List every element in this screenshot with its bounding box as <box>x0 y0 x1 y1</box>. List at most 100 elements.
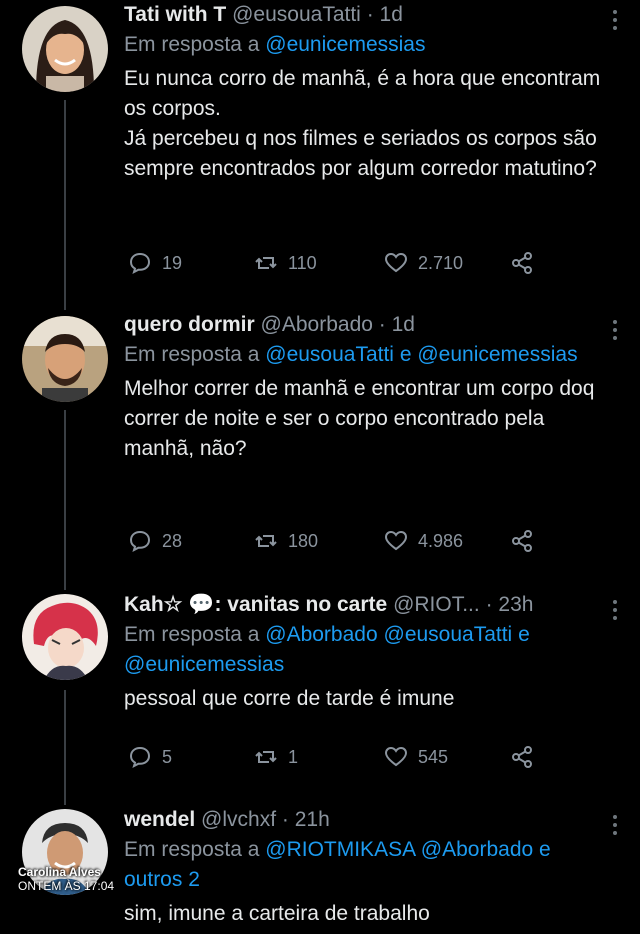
more-options-icon[interactable] <box>612 600 618 620</box>
tweet-text: Eu nunca corro de manhã, é a hora que en… <box>124 64 606 184</box>
tweet-text: pessoal que corre de tarde é imune <box>124 684 606 714</box>
share-icon <box>512 746 532 768</box>
tweet-header: Kah☆ 💬: vanitas no carte @RIOT... · 23h <box>124 590 606 620</box>
avatar-image <box>22 316 108 402</box>
separator: · <box>378 313 386 336</box>
mention-link[interactable]: @eusouaTatti <box>265 343 394 366</box>
share-icon <box>512 252 532 274</box>
handle[interactable]: @RIOT... <box>393 593 480 616</box>
tweet-header: quero dormir @Aborbado · 1d <box>124 310 606 340</box>
like-count: 545 <box>418 746 449 767</box>
tweet-actions: 28 180 4.986 <box>128 526 548 556</box>
avatar[interactable] <box>22 6 108 92</box>
like-button[interactable]: 4.986 <box>384 526 463 556</box>
share-button[interactable] <box>510 248 534 278</box>
separator: · <box>485 593 493 616</box>
tweet-header: wendel @lvchxf · 21h <box>124 805 606 835</box>
reply-count: 28 <box>162 530 183 551</box>
avatar-image <box>22 6 108 92</box>
heart-icon <box>384 746 408 767</box>
reply-prefix: Em resposta a <box>124 33 260 56</box>
reply-button[interactable]: 19 <box>128 248 182 278</box>
retweet-icon <box>255 257 277 269</box>
retweet-button[interactable]: 110 <box>254 248 317 278</box>
tweet[interactable]: quero dormir @Aborbado · 1d Em resposta … <box>0 310 640 580</box>
timestamp[interactable]: 21h <box>295 808 330 831</box>
retweet-button[interactable]: 180 <box>254 526 318 556</box>
timestamp[interactable]: 1d <box>392 313 415 336</box>
retweet-button[interactable]: 1 <box>254 742 298 772</box>
display-name[interactable]: Tati with T <box>124 3 226 26</box>
tweet-text: sim, imune a carteira de trabalho <box>124 899 606 929</box>
handle[interactable]: @Aborbado <box>261 313 373 336</box>
reply-context: Em resposta a @eunicemessias <box>124 30 606 60</box>
retweet-count: 180 <box>288 530 319 551</box>
reply-prefix: Em resposta a <box>124 623 260 646</box>
display-name[interactable]: Kah☆ 💬: vanitas no carte <box>124 593 387 616</box>
mention-link[interactable]: @eusouaTatti <box>384 623 513 646</box>
tweet[interactable]: Kah☆ 💬: vanitas no carte @RIOT... · 23h … <box>0 590 640 790</box>
tweet-text-line: sim, imune a carteira de trabalho <box>124 902 430 925</box>
retweet-count: 110 <box>288 252 317 273</box>
like-count: 4.986 <box>418 530 464 551</box>
reply-count: 5 <box>162 746 173 767</box>
like-count: 2.710 <box>418 252 464 273</box>
reply-icon <box>129 530 151 552</box>
like-button[interactable]: 545 <box>384 742 448 772</box>
like-button[interactable]: 2.710 <box>384 248 463 278</box>
separator: · <box>281 808 289 831</box>
tweet[interactable]: Tati with T @eusouaTatti · 1d Em respost… <box>0 0 640 300</box>
heart-icon <box>384 530 408 551</box>
retweet-icon <box>255 751 277 763</box>
reply-button[interactable]: 5 <box>128 742 172 772</box>
reply-context: Em resposta a @RIOTMIKASA @Aborbado e ou… <box>124 835 606 895</box>
share-button[interactable] <box>510 526 534 556</box>
retweet-icon <box>255 535 277 547</box>
reply-icon <box>129 746 151 768</box>
more-options-icon[interactable] <box>612 10 618 30</box>
mention-conjunction: e <box>518 623 530 646</box>
share-watermark: Carolina Alves ONTEM ÀS 17:04 <box>18 865 114 893</box>
mention-conjunction: e <box>399 343 412 366</box>
tweet-text-line: pessoal que corre de tarde é imune <box>124 687 455 710</box>
mention-link[interactable]: @RIOTMIKASA <box>265 838 415 861</box>
reply-prefix: Em resposta a <box>124 343 260 366</box>
tweet-text-line: Melhor correr de manhã e encontrar um co… <box>124 377 595 460</box>
mention-link[interactable]: @eunicemessias <box>124 653 284 676</box>
tweet-text-line: Eu nunca corro de manhã, é a hora que en… <box>124 67 601 120</box>
mention-link[interactable]: @Aborbado <box>265 623 377 646</box>
reply-context: Em resposta a @eusouaTatti e @eunicemess… <box>124 340 606 370</box>
tweet-actions: 5 1 545 <box>128 742 548 772</box>
heart-icon <box>384 252 408 273</box>
mention-link[interactable]: outros 2 <box>124 868 200 891</box>
reply-context: Em resposta a @Aborbado @eusouaTatti e @… <box>124 620 606 680</box>
mention-link[interactable]: @Aborbado <box>421 838 533 861</box>
tweet-actions: 19 110 2.710 <box>128 248 548 278</box>
reply-icon <box>129 252 151 274</box>
separator: · <box>366 3 374 26</box>
tweet-header: Tati with T @eusouaTatti · 1d <box>124 0 606 30</box>
display-name[interactable]: quero dormir <box>124 313 255 336</box>
share-icon <box>512 530 532 552</box>
reply-count: 19 <box>162 252 183 273</box>
avatar[interactable] <box>22 594 108 680</box>
reply-button[interactable]: 28 <box>128 526 182 556</box>
watermark-name: Carolina Alves <box>18 865 101 879</box>
more-options-icon[interactable] <box>612 815 618 835</box>
handle[interactable]: @lvchxf <box>201 808 276 831</box>
mention-link[interactable]: @eunicemessias <box>417 343 577 366</box>
avatar-image <box>22 594 108 680</box>
more-options-icon[interactable] <box>612 320 618 340</box>
tweet-text: Melhor correr de manhã e encontrar um co… <box>124 374 606 464</box>
handle[interactable]: @eusouaTatti <box>232 3 361 26</box>
avatar[interactable] <box>22 316 108 402</box>
mention-conjunction: e <box>539 838 551 861</box>
share-button[interactable] <box>510 742 534 772</box>
display-name[interactable]: wendel <box>124 808 195 831</box>
tweet-text-line: Já percebeu q nos filmes e seriados os c… <box>124 127 597 180</box>
retweet-count: 1 <box>288 746 299 767</box>
reply-prefix: Em resposta a <box>124 838 260 861</box>
mention-link[interactable]: @eunicemessias <box>265 33 425 56</box>
timestamp[interactable]: 1d <box>380 3 403 26</box>
timestamp[interactable]: 23h <box>498 593 533 616</box>
